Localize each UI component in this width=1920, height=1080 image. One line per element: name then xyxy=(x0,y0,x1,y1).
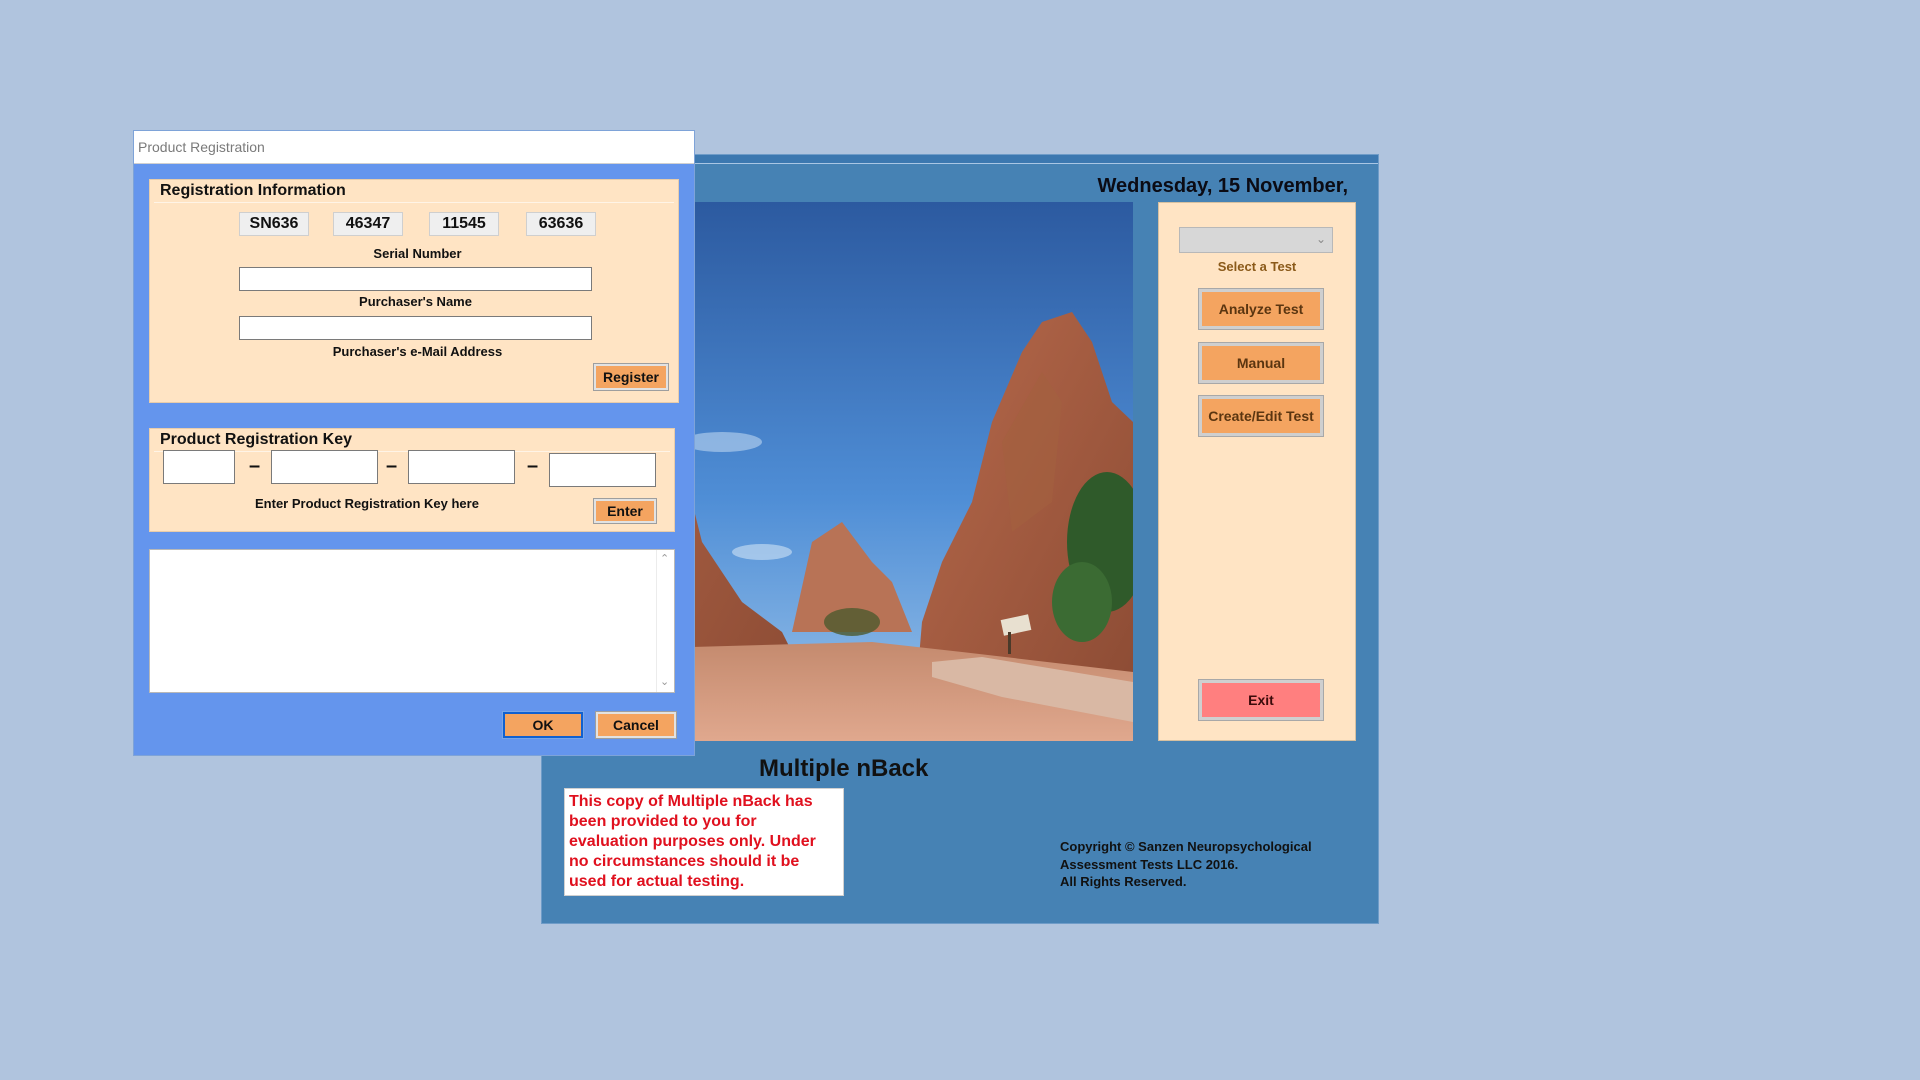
key-separator: – xyxy=(386,455,398,477)
key-separator: – xyxy=(527,455,539,477)
serial-part-4: 63636 xyxy=(526,212,596,236)
cancel-button[interactable]: Cancel xyxy=(595,711,677,739)
serial-part-1: SN636 xyxy=(239,212,309,236)
group-divider xyxy=(154,202,674,203)
registration-key-heading: Product Registration Key xyxy=(160,431,353,448)
registration-key-group: Product Registration Key – – – Enter Pro… xyxy=(149,428,675,532)
dialog-titlebar[interactable]: Product Registration xyxy=(134,131,694,164)
copyright-line: Copyright © Sanzen Neuropsychological xyxy=(1060,839,1312,854)
purchaser-email-label: Purchaser's e-Mail Address xyxy=(332,344,503,359)
registration-key-part-1[interactable] xyxy=(163,450,235,484)
select-test-label: Select a Test xyxy=(1217,259,1297,274)
manual-button[interactable]: Manual xyxy=(1198,342,1324,384)
date-label: Wednesday, 15 November, xyxy=(1097,175,1348,197)
copyright-line: Assessment Tests LLC 2016. xyxy=(1060,856,1239,872)
message-textarea[interactable]: ⌃ ⌄ xyxy=(149,549,675,693)
registration-information-heading: Registration Information xyxy=(160,182,346,199)
key-separator: – xyxy=(249,455,261,477)
scroll-up-icon[interactable]: ⌃ xyxy=(660,552,669,565)
registration-key-hint: Enter Product Registration Key here xyxy=(255,496,479,511)
purchaser-email-field[interactable] xyxy=(239,316,592,340)
vertical-scrollbar[interactable]: ⌃ ⌄ xyxy=(656,550,674,692)
copyright-line: All Rights Reserved. xyxy=(1060,874,1187,889)
serial-number-label: Serial Number xyxy=(373,246,462,261)
serial-part-3: 11545 xyxy=(429,212,499,236)
analyze-test-button[interactable]: Analyze Test xyxy=(1198,288,1324,330)
enter-key-button[interactable]: Enter xyxy=(593,498,657,524)
registration-key-part-2[interactable] xyxy=(271,450,378,484)
copyright-notice: Copyright © Sanzen Neuropsychological As… xyxy=(1060,838,1360,891)
test-panel: ⌄ Select a Test Analyze Test Manual Crea… xyxy=(1158,202,1356,741)
scroll-down-icon[interactable]: ⌄ xyxy=(660,675,669,688)
purchaser-name-field[interactable] xyxy=(239,267,592,291)
register-button[interactable]: Register xyxy=(593,363,669,391)
dialog-title: Product Registration xyxy=(138,139,265,155)
exit-button[interactable]: Exit xyxy=(1198,679,1324,721)
test-select-dropdown[interactable]: ⌄ xyxy=(1179,227,1333,253)
product-registration-dialog: Product Registration Registration Inform… xyxy=(133,130,695,756)
create-edit-test-button[interactable]: Create/Edit Test xyxy=(1198,395,1324,437)
chevron-down-icon: ⌄ xyxy=(1315,232,1326,246)
registration-information-group: Registration Information SN636 46347 115… xyxy=(149,179,679,403)
app-title: Multiple nBack xyxy=(759,755,929,782)
purchaser-name-label: Purchaser's Name xyxy=(359,294,472,309)
ok-button[interactable]: OK xyxy=(502,711,584,739)
evaluation-notice: This copy of Multiple nBack has been pro… xyxy=(564,788,844,896)
registration-key-part-4[interactable] xyxy=(549,453,656,487)
registration-key-part-3[interactable] xyxy=(408,450,515,484)
serial-part-2: 46347 xyxy=(333,212,403,236)
